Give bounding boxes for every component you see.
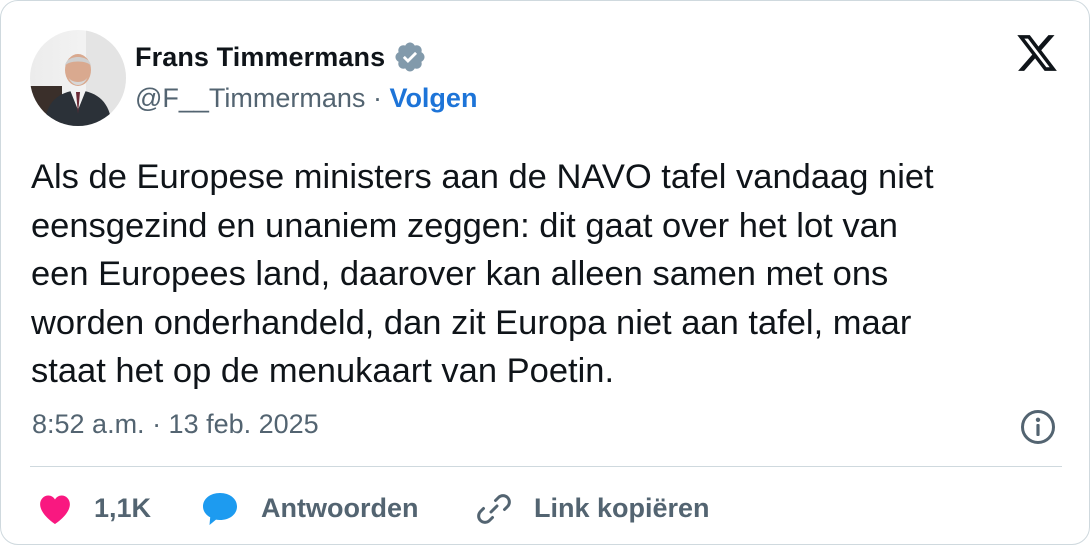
- copy-link-label: Link kopiëren: [534, 493, 710, 523]
- action-bar: 1,1K Antwoorden Link kopiëren: [1, 481, 1089, 536]
- link-icon: [476, 491, 512, 527]
- tweet-text-line: worden onderhandeld, dan zit Europa niet…: [31, 303, 912, 342]
- reply-button[interactable]: Antwoorden: [201, 481, 418, 536]
- author-display-name[interactable]: Frans Timmermans: [135, 42, 385, 73]
- info-icon[interactable]: [1020, 409, 1056, 445]
- tweet-text-line: een Europees land, daarover kan alleen s…: [31, 255, 889, 293]
- speech-bubble-icon: [201, 491, 239, 527]
- handle-separator: ·: [365, 83, 390, 113]
- tweet-text-line: eensgezind en unaniem zeggen: dit gaat o…: [31, 206, 898, 245]
- follow-link[interactable]: Volgen: [389, 83, 477, 113]
- like-count: 1,1K: [94, 493, 152, 523]
- author-avatar[interactable]: [30, 30, 126, 126]
- reply-label: Antwoorden: [261, 493, 419, 523]
- tweet-card: Frans Timmermans @F__Timmermans · Volgen…: [0, 0, 1090, 545]
- like-button[interactable]: 1,1K: [38, 481, 151, 536]
- avatar-photo: [30, 30, 126, 126]
- tweet-text: Als de Europese ministers aan de NAVO ta…: [31, 153, 1071, 396]
- author-name-row: Frans Timmermans: [135, 40, 427, 74]
- x-logo-icon[interactable]: [1014, 31, 1060, 75]
- copy-link-button[interactable]: Link kopiëren: [476, 481, 710, 536]
- tweet-text-line: Als de Europese ministers aan de NAVO ta…: [31, 158, 934, 196]
- divider: [30, 466, 1062, 467]
- author-handle-row: @F__Timmermans · Volgen: [135, 83, 477, 114]
- tweet-timestamp[interactable]: 8:52 a.m. · 13 feb. 2025: [32, 409, 319, 440]
- verified-badge-icon[interactable]: [393, 40, 427, 74]
- author-handle[interactable]: @F__Timmermans: [135, 83, 365, 113]
- heart-icon: [38, 493, 72, 525]
- tweet-text-line: staat het op de menukaart van Poetin.: [31, 352, 615, 390]
